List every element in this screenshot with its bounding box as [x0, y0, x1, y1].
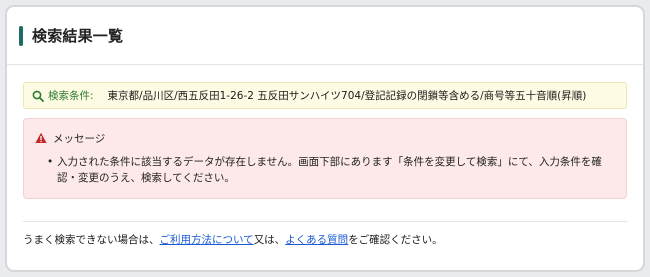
help-suffix: をご確認ください。	[348, 234, 443, 246]
criteria-label: 検索条件:	[48, 90, 94, 102]
panel-body: 検索条件: 東京都/品川区/西五反田1-26-2 五反田サンハイツ704/登記記…	[7, 65, 643, 247]
message-item: • 入力された条件に該当するデータが存在しません。画面下部にあります「条件を変更…	[47, 154, 614, 186]
help-text: うまく検索できない場合は、ご利用方法について又は、よくある質問をご確認ください。	[23, 232, 627, 247]
criteria-value: 東京都/品川区/西五反田1-26-2 五反田サンハイツ704/登記記録の閉鎖等含…	[107, 90, 587, 102]
message-list: • 入力された条件に該当するデータが存在しません。画面下部にあります「条件を変更…	[35, 154, 614, 186]
usage-guide-link[interactable]: ご利用方法について	[160, 234, 254, 246]
bullet: •	[47, 156, 54, 168]
title-accent-bar	[19, 25, 23, 46]
warning-icon	[35, 132, 47, 143]
message-title: メッセージ	[53, 132, 106, 145]
panel-header: 検索結果一覧	[7, 7, 643, 65]
message-header: メッセージ	[35, 131, 614, 145]
message-text: 入力された条件に該当するデータが存在しません。画面下部にあります「条件を変更して…	[57, 156, 602, 184]
search-criteria-box: 検索条件: 東京都/品川区/西五反田1-26-2 五反田サンハイツ704/登記記…	[23, 82, 627, 109]
help-middle: 又は、	[253, 234, 286, 246]
search-icon	[32, 90, 44, 102]
page-title: 検索結果一覧	[32, 27, 124, 45]
help-prefix: うまく検索できない場合は、	[23, 234, 160, 246]
faq-link[interactable]: よくある質問	[285, 234, 348, 246]
divider	[23, 221, 627, 222]
search-results-panel: 検索結果一覧 検索条件: 東京都/品川区/西五反田1-26-2 五反田サンハイツ…	[5, 5, 645, 272]
message-box: メッセージ • 入力された条件に該当するデータが存在しません。画面下部にあります…	[23, 118, 627, 199]
